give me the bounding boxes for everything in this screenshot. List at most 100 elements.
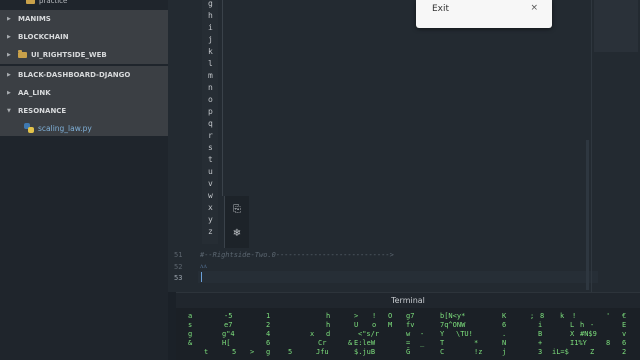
terminal-cell: d (326, 330, 331, 338)
alphabet-column: g h i j k l m n o p q r s t u v w x y z (202, 0, 218, 244)
sidebar-item-label: AA_LINK (18, 89, 51, 97)
terminal-panel[interactable]: a -5 1 h > ! O g7 b[N<y* K ; 8 k ! ' € s… (176, 308, 640, 360)
explorer-sidebar: practice ▶ MANIMS ▶ BLOCKCHAIN ▶ UI_RIGH… (0, 0, 168, 360)
line-gutter: 51 52 53 (168, 0, 198, 292)
terminal-cell: k (560, 312, 565, 320)
terminal-cell: 4 (266, 330, 271, 338)
terminal-title: Terminal (391, 296, 425, 305)
sidebar-item-practice[interactable]: practice (0, 0, 168, 8)
terminal-cell: & (188, 339, 193, 347)
terminal-cell: w (406, 330, 411, 338)
sidebar-item-label: RESONANCE (18, 107, 67, 115)
alphabet-letter: s (208, 143, 213, 152)
terminal-cell: 6 (266, 339, 271, 347)
clipboard-icon[interactable]: ⎘ (231, 204, 243, 216)
line-number: 51 (174, 251, 183, 259)
terminal-cell: g (188, 330, 193, 338)
terminal-cell: Ğ (406, 348, 411, 356)
terminal-cell: Cr (318, 339, 327, 347)
terminal-cell: 8 (540, 312, 545, 320)
vertical-scrollbar[interactable] (586, 140, 589, 290)
terminal-row: g g"4 4 x d <"s/r w - Y \TU! . B X #N$9 … (176, 330, 640, 339)
terminal-cell: L (570, 321, 575, 329)
exit-button[interactable]: Exit (432, 4, 449, 14)
terminal-cell: ! (572, 312, 577, 320)
terminal-cell: o (372, 321, 377, 329)
sidebar-item-blockchain[interactable]: ▶ BLOCKCHAIN (0, 28, 168, 46)
terminal-cell: 2 (622, 348, 627, 356)
terminal-cell: + (538, 339, 543, 347)
chevron-down-icon: ▼ (7, 108, 11, 114)
terminal-cell: Jfu (316, 348, 329, 356)
terminal-cell: I1%Y (570, 339, 587, 347)
terminal-cell: - (590, 321, 595, 329)
alphabet-letter: g (208, 0, 213, 8)
python-file-icon (24, 123, 34, 133)
terminal-cell: X (570, 330, 575, 338)
exit-popup: Exit × (416, 0, 552, 28)
text-cursor (201, 272, 202, 282)
terminal-cell: $.juB (354, 348, 376, 356)
sidebar-file-scaling-law[interactable]: scaling_law.py (0, 120, 168, 136)
terminal-cell: 6 (502, 321, 507, 329)
code-line-51: #--Rightside-Two.0----------------------… (200, 251, 394, 259)
alphabet-letter: q (208, 119, 213, 128)
terminal-cell: Z (590, 348, 595, 356)
minimap-slider[interactable] (594, 0, 638, 52)
sidebar-file-label: scaling_law.py (38, 123, 92, 133)
snowflake-icon[interactable]: ❄ (231, 228, 243, 240)
terminal-row: & H[ 6 Cr & E:leW = _ T * N + I1%Y 8 6 (176, 339, 640, 348)
terminal-row: s e7 2 h U o M fv 7q^ONW 6 i L h - E (176, 321, 640, 330)
sidebar-item-label: BLACK-DASHBOARD-DJANGO (18, 71, 131, 79)
terminal-row: a -5 1 h > ! O g7 b[N<y* K ; 8 k ! ' € (176, 312, 640, 321)
terminal-cell: s (188, 321, 193, 329)
sidebar-item-label: BLOCKCHAIN (18, 33, 69, 41)
folder-icon (26, 0, 35, 4)
terminal-cell: 8 (606, 339, 611, 347)
terminal-cell: h (580, 321, 585, 329)
terminal-cell: U (354, 321, 359, 329)
close-icon[interactable]: × (530, 3, 538, 13)
terminal-cell: b[N<y* (440, 312, 466, 320)
alphabet-letter: l (208, 59, 213, 68)
column-divider (222, 0, 223, 196)
alphabet-letter: w (208, 191, 213, 200)
chevron-right-icon: ▶ (7, 34, 11, 40)
sidebar-item-black-dashboard-django[interactable]: ▶ BLACK-DASHBOARD-DJANGO (0, 66, 168, 84)
terminal-cell: ; (530, 312, 535, 320)
terminal-cell: 2 (266, 321, 271, 329)
terminal-cell: H[ (222, 339, 231, 347)
alphabet-letter: u (208, 167, 213, 176)
terminal-cell: g7 (406, 312, 415, 320)
terminal-cell: . (502, 330, 507, 338)
minimap-divider (591, 0, 592, 292)
sidebar-item-ui-rightside-web[interactable]: ▶ UI_RIGHTSIDE_WEB (0, 46, 168, 64)
alphabet-letter: y (208, 215, 213, 224)
floating-toolbar: ⎘ ❄ (224, 196, 249, 248)
sidebar-item-resonance[interactable]: ▼ RESONANCE (0, 102, 168, 120)
terminal-cell: 5 (232, 348, 237, 356)
terminal-cell: e7 (224, 321, 233, 329)
terminal-cell: iL=$ (552, 348, 569, 356)
terminal-cell: x (310, 330, 315, 338)
sidebar-item-label: practice (39, 0, 68, 5)
terminal-cell: M (388, 321, 393, 329)
alphabet-letter: i (208, 23, 213, 32)
sidebar-item-manims[interactable]: ▶ MANIMS (0, 10, 168, 28)
terminal-cell: ' (606, 312, 611, 320)
terminal-header: Terminal (176, 292, 640, 309)
sidebar-item-aa-link[interactable]: ▶ AA_LINK (0, 84, 168, 102)
line-number: 53 (174, 274, 183, 282)
chevron-right-icon: ▶ (7, 90, 11, 96)
chevron-right-icon: ▶ (7, 16, 11, 22)
terminal-cell: ! (372, 312, 377, 320)
chevron-right-icon: ▶ (7, 52, 11, 58)
terminal-cell: \TU! (456, 330, 473, 338)
terminal-cell: 1 (266, 312, 271, 320)
terminal-cell: N (502, 339, 507, 347)
terminal-cell: h (326, 321, 331, 329)
current-line-highlight (198, 271, 598, 283)
terminal-cell: 5 (288, 348, 293, 356)
code-editor[interactable]: 51 52 53 g h i j k l m n o p q r s t u v… (168, 0, 640, 292)
sidebar-item-label: UI_RIGHTSIDE_WEB (31, 51, 107, 59)
